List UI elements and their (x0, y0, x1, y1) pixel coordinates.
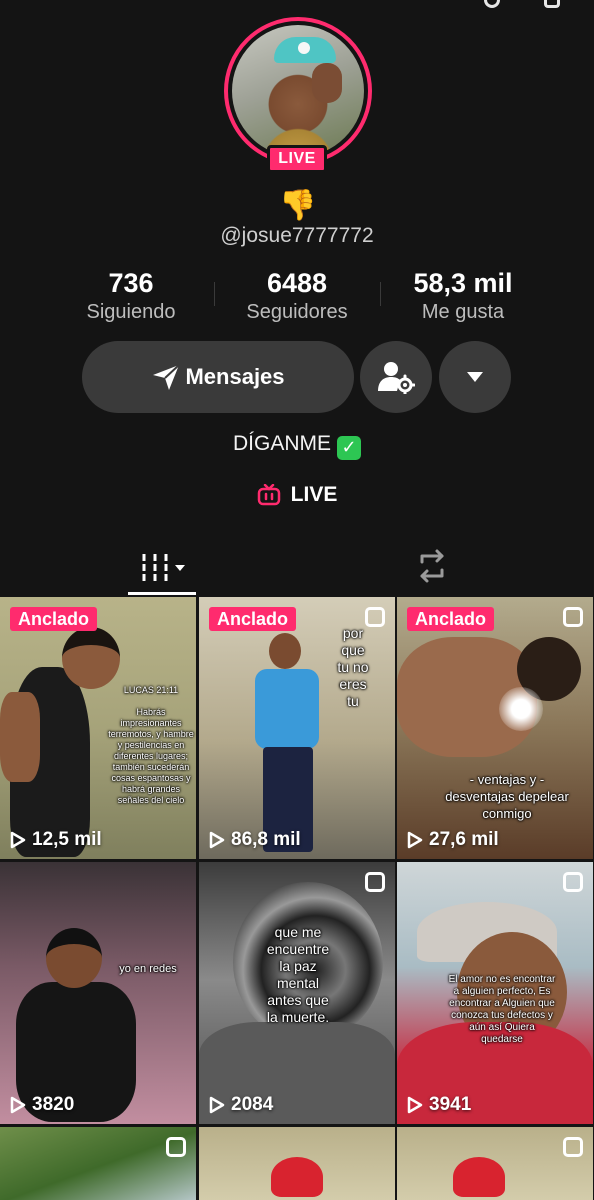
photo-carousel-icon (166, 1137, 186, 1157)
profile-avatar[interactable] (224, 17, 372, 165)
stat-label: Siguiendo (86, 301, 176, 323)
video-thumbnail[interactable] (397, 1127, 593, 1200)
message-button[interactable]: Mensajes (82, 341, 354, 413)
live-link[interactable]: LIVE (0, 483, 594, 507)
view-count-value: 86,8 mil (231, 829, 301, 850)
more-dropdown-button[interactable] (439, 341, 511, 413)
pinned-badge: Anclado (10, 607, 98, 631)
bio-text: DÍGANME (232, 432, 331, 455)
video-thumbnail[interactable]: Anclado LUCAS 21:11 Habrás impresionante… (0, 597, 196, 859)
play-icon (10, 1096, 26, 1114)
view-count: 2084 (209, 1094, 273, 1116)
video-caption: por que tu no eres tu (337, 625, 369, 709)
grid-icon (142, 554, 168, 582)
caret-down-icon (175, 565, 185, 571)
video-caption: yo en redes (119, 963, 177, 975)
pinned-badge: Anclado (407, 607, 495, 631)
video-caption: LUCAS 21:11 Habrás impresionantes terrem… (108, 685, 194, 805)
tab-reposts[interactable] (412, 546, 452, 586)
divider (380, 282, 381, 306)
stat-value: 58,3 mil (413, 268, 513, 298)
video-thumbnail[interactable]: que me encuentre la paz mental antes que… (199, 862, 395, 1124)
user-gear-icon (378, 362, 415, 394)
live-badge[interactable]: LIVE (267, 145, 327, 173)
play-icon (10, 831, 26, 849)
view-count-value: 12,5 mil (32, 829, 102, 850)
stat-value: 736 (108, 268, 154, 298)
video-caption: - ventajas y - desventajas depelear conm… (445, 772, 569, 821)
photo-carousel-icon (365, 607, 385, 627)
tab-videos[interactable] (140, 548, 196, 588)
menu-icon[interactable] (544, 0, 560, 8)
divider (214, 282, 215, 306)
repost-icon (420, 549, 444, 583)
send-icon (153, 364, 181, 390)
view-count: 3941 (407, 1094, 471, 1116)
message-button-label: Mensajes (185, 364, 285, 389)
stat-label: Me gusta (421, 301, 505, 323)
pinned-badge: Anclado (209, 607, 297, 631)
stat-label: Seguidores (246, 301, 348, 323)
username-handle: @josue7777772 (220, 224, 374, 247)
view-count-value: 27,6 mil (429, 829, 499, 850)
video-thumbnail[interactable] (199, 1127, 395, 1200)
view-count-value: 3941 (429, 1094, 472, 1115)
video-thumbnail[interactable]: Anclado - ventajas y - desventajas depel… (397, 597, 593, 859)
view-count: 86,8 mil (209, 829, 301, 851)
play-icon (209, 1096, 225, 1114)
video-thumbnail[interactable]: yo en redes 3820 (0, 862, 196, 1124)
thumbs-down-emoji: 👎 (279, 188, 317, 223)
play-icon (407, 1096, 423, 1114)
live-tv-icon (257, 484, 280, 506)
play-icon (407, 831, 423, 849)
avatar-image (232, 25, 364, 157)
video-caption: El amor no es encontrar a alguien perfec… (448, 974, 556, 1045)
video-thumbnail[interactable]: El amor no es encontrar a alguien perfec… (397, 862, 593, 1124)
stat-likes[interactable]: 58,3 mil Me gusta (400, 268, 526, 326)
profile-bio: DÍGANME ✓ (0, 432, 594, 460)
photo-carousel-icon (563, 1137, 583, 1157)
stat-followers[interactable]: 6488 Seguidores (232, 268, 362, 326)
share-icon[interactable] (484, 0, 500, 8)
stat-value: 6488 (266, 268, 328, 298)
follow-settings-button[interactable] (360, 341, 432, 413)
view-count: 27,6 mil (407, 829, 499, 851)
caret-down-icon (467, 372, 483, 382)
live-link-label: LIVE (290, 483, 338, 506)
photo-carousel-icon (563, 607, 583, 627)
photo-carousel-icon (365, 872, 385, 892)
video-thumbnail[interactable] (0, 1127, 196, 1200)
video-caption: que me encuentre la paz mental antes que… (266, 924, 330, 1025)
photo-carousel-icon (563, 872, 583, 892)
stat-following[interactable]: 736 Siguiendo (70, 268, 192, 326)
active-tab-indicator (128, 592, 196, 595)
view-count-value: 2084 (231, 1094, 274, 1115)
video-thumbnail[interactable]: Anclado por que tu no eres tu 86,8 mil (199, 597, 395, 859)
view-count: 12,5 mil (10, 829, 102, 851)
view-count-value: 3820 (32, 1094, 75, 1115)
play-icon (209, 831, 225, 849)
top-bar (0, 0, 594, 14)
profile-stats: 736 Siguiendo 6488 Seguidores 58,3 mil M… (0, 268, 594, 328)
view-count: 3820 (10, 1094, 74, 1116)
content-tabs (0, 540, 594, 596)
check-mark-icon: ✓ (337, 436, 361, 460)
